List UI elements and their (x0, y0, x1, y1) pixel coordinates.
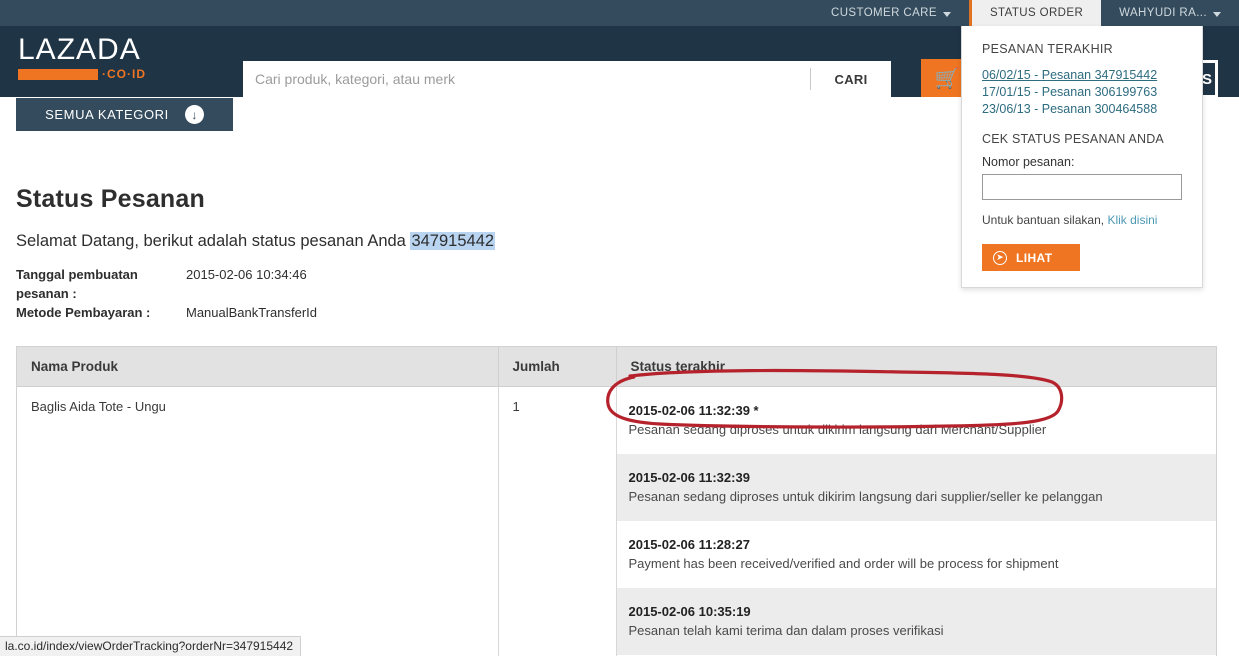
status-entry-1: 2015-02-06 11:32:39 * Pesanan sedang dip… (617, 387, 1217, 454)
status-entry-3: 2015-02-06 11:28:27 Payment has been rec… (617, 521, 1217, 588)
status-description: Pesanan sedang diproses untuk dikirim la… (628, 422, 1047, 437)
lihat-submit-button[interactable]: ➤ LIHAT (982, 244, 1080, 271)
dropdown-recent-orders-title: PESANAN TERAKHIR (982, 42, 1113, 56)
status-timestamp: 2015-02-06 11:28:27 (628, 537, 750, 552)
topnav-customer-care-label: CUSTOMER CARE (831, 7, 937, 19)
shopping-cart-icon: 🛒 (934, 68, 960, 90)
status-description: Pesanan telah kami terima dan dalam pros… (628, 623, 944, 638)
search-input[interactable] (243, 71, 810, 87)
order-status-table-wrapper: Nama Produk Jumlah Status terakhir Bagli… (16, 346, 1217, 656)
logo-underbar: ·CO·ID (18, 67, 146, 81)
table-head: Nama Produk Jumlah Status terakhir (17, 347, 1216, 387)
status-order-dropdown: PESANAN TERAKHIR 06/02/15 - Pesanan 3479… (961, 26, 1203, 288)
cell-product-name: Baglis Aida Tote - Ungu (17, 386, 499, 656)
dropdown-check-status-title: CEK STATUS PESANAN ANDA (982, 132, 1164, 146)
topnav-status-order[interactable]: STATUS ORDER (968, 0, 1102, 26)
lazada-logo[interactable]: LAZADA ·CO·ID (18, 34, 146, 81)
status-description: Pesanan sedang diproses untuk dikirim la… (628, 489, 1103, 504)
meta-key-payment-method: Metode Pembayaran : (16, 305, 151, 320)
status-timestamp: 2015-02-06 11:32:39 (628, 470, 750, 485)
quantity-text: 1 (512, 399, 520, 414)
meta-key-created-date: Tanggal pembuatan pesanan : (16, 267, 138, 301)
status-timestamp: 2015-02-06 10:35:19 (628, 604, 751, 619)
chevron-down-icon (942, 11, 951, 17)
browser-status-bar: la.co.id/index/viewOrderTracking?orderNr… (0, 636, 302, 656)
topnav-status-order-label: STATUS ORDER (989, 7, 1084, 19)
table-body: Baglis Aida Tote - Ungu 1 2015-02-06 11:… (17, 386, 1216, 656)
topnav-account-label: WAHYUDI RA... (1119, 7, 1207, 19)
logo-tld-label: ·CO·ID (102, 67, 146, 81)
welcome-prefix: Selamat Datang, berikut adalah status pe… (16, 232, 406, 250)
column-header-product: Nama Produk (17, 347, 499, 387)
chevron-down-icon (1213, 11, 1221, 17)
top-utility-bar: CUSTOMER CARE STATUS ORDER WAHYUDI RA... (0, 0, 1239, 26)
logo-wordmark: LAZADA (18, 33, 141, 66)
help-link[interactable]: Klik disini (1107, 213, 1157, 227)
topnav-account[interactable]: WAHYUDI RA... (1101, 0, 1239, 26)
all-categories-label: SEMUA KATEGORI (45, 107, 169, 122)
all-categories-button[interactable]: SEMUA KATEGORI ↓ (16, 98, 233, 131)
order-status-table: Nama Produk Jumlah Status terakhir Bagli… (17, 347, 1216, 656)
table-header-row: Nama Produk Jumlah Status terakhir (17, 347, 1216, 387)
status-entry-4: 2015-02-06 10:35:19 Pesanan telah kami t… (616, 588, 1216, 655)
help-text-label: Untuk bantuan silakan, (982, 213, 1105, 227)
status-description: Payment has been received/verified and o… (628, 556, 1059, 571)
topnav-customer-care[interactable]: CUSTOMER CARE (813, 0, 969, 26)
column-header-quantity: Jumlah (498, 347, 617, 387)
recent-order-link-2[interactable]: 17/01/15 - Pesanan 306199763 (982, 84, 1182, 101)
order-number-field-label: Nomor pesanan: (982, 155, 1075, 169)
page-root: CUSTOMER CARE STATUS ORDER WAHYUDI RA...… (0, 0, 1239, 656)
dropdown-help-text: Untuk bantuan silakan, Klik disini (982, 213, 1182, 227)
search-bar: CARI (243, 61, 891, 97)
order-number-highlight: 347915442 (410, 232, 496, 250)
arrow-right-circle-icon: ➤ (993, 250, 1007, 265)
meta-value-payment-method: ManualBankTransferId (186, 305, 318, 320)
search-button[interactable]: CARI (811, 72, 891, 87)
cell-status-history: 2015-02-06 11:32:39 * Pesanan sedang dip… (616, 387, 1216, 656)
status-entry-2: 2015-02-06 11:32:39 Pesanan sedang dipro… (616, 454, 1216, 521)
recent-order-link-1[interactable]: 06/02/15 - Pesanan 347915442 (982, 67, 1182, 84)
product-name-text: Baglis Aida Tote - Ungu (31, 399, 166, 414)
cell-quantity: 1 (498, 386, 617, 656)
column-header-status: Status terakhir (616, 347, 1216, 387)
lihat-button-label: LIHAT (1016, 250, 1053, 265)
order-number-input[interactable] (982, 174, 1182, 200)
arrow-down-icon: ↓ (184, 105, 204, 124)
logo-orange-block (18, 68, 98, 80)
table-row: Baglis Aida Tote - Ungu 1 2015-02-06 11:… (17, 386, 1216, 656)
recent-order-link-3[interactable]: 23/06/13 - Pesanan 300464588 (982, 101, 1182, 118)
status-timestamp: 2015-02-06 11:32:39 * (628, 403, 759, 418)
